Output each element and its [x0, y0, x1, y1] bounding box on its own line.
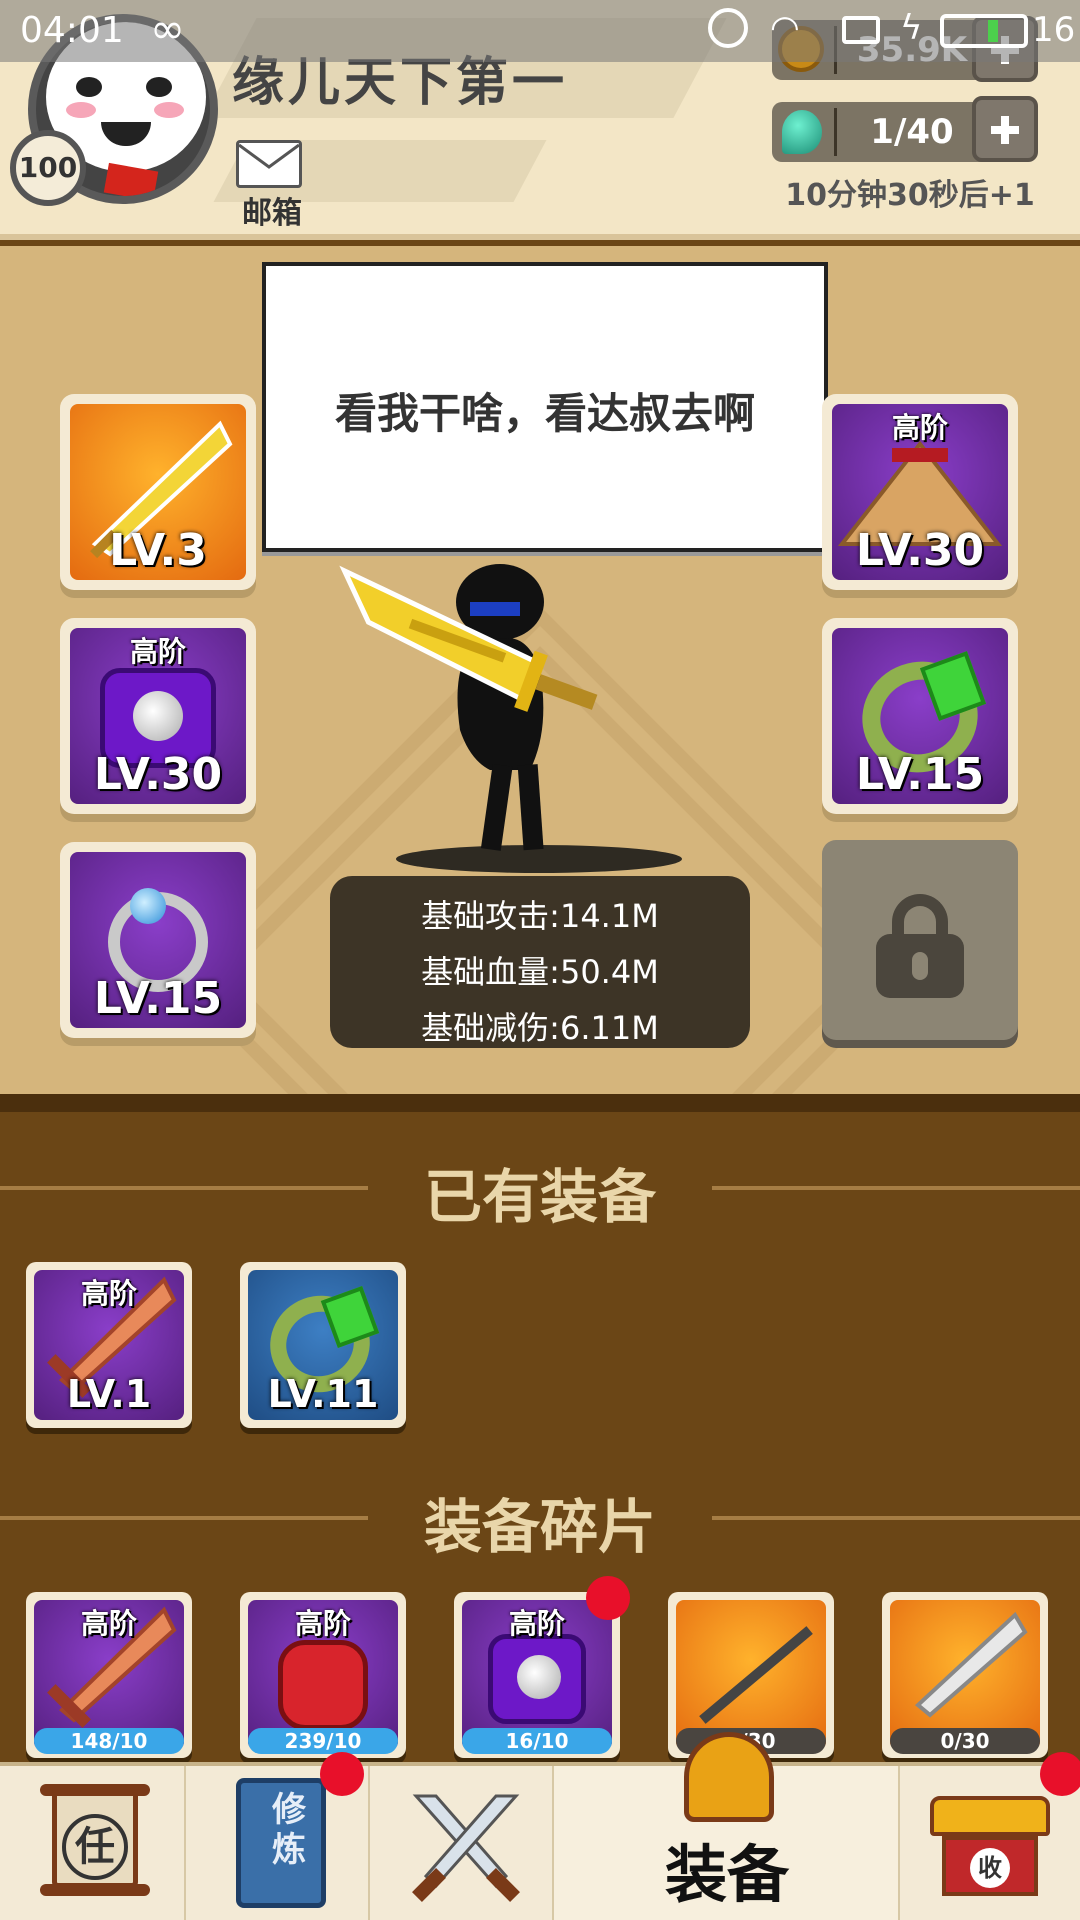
slot-ring-level: LV.15: [93, 973, 223, 1024]
stat-attack: 基础攻击:14.1M: [421, 897, 659, 935]
energy-counter: 1/40: [772, 102, 992, 162]
nav-collect-char: 收: [970, 1848, 1010, 1888]
fragment-item[interactable]: 0/30: [882, 1592, 1048, 1758]
nav-train[interactable]: 修炼: [186, 1752, 370, 1920]
fragment-item[interactable]: 0/30: [668, 1592, 834, 1758]
golden-sword-icon: [339, 565, 598, 712]
status-time: 04:01: [20, 10, 124, 51]
energy-gem-icon: [782, 110, 822, 154]
notification-dot: [586, 1576, 630, 1620]
fragment-progress: 16/10: [462, 1728, 612, 1754]
nav-battle[interactable]: [370, 1766, 554, 1920]
owned-item-tier: 高阶: [80, 1277, 137, 1310]
infinity-icon: ∞: [150, 4, 185, 53]
battery-icon: [940, 14, 1028, 48]
slot-armor[interactable]: 高阶 LV.30: [60, 618, 256, 814]
fragment-tier: 高阶: [294, 1607, 351, 1640]
lock-icon: [876, 894, 964, 998]
slot-hat[interactable]: 高阶 LV.30: [822, 394, 1018, 590]
speech-bubble: 看我干啥，看达叔去啊: [262, 262, 828, 552]
fragment-item[interactable]: 高阶 239/10: [240, 1592, 406, 1758]
owned-item[interactable]: LV.11: [240, 1262, 406, 1428]
fragment-progress: 239/10: [248, 1728, 398, 1754]
speech-text: 看我干啥，看达叔去啊: [334, 389, 755, 438]
nav-task-char: 任: [62, 1814, 128, 1880]
energy-timer: 10分钟30秒后+1: [785, 178, 1035, 213]
mail-button[interactable]: 邮箱: [232, 140, 308, 231]
owned-item-level: LV.11: [267, 1372, 379, 1416]
notification-dot: [1040, 1752, 1080, 1796]
owned-title: 已有装备: [423, 1163, 656, 1231]
nav-train-label: 修炼: [272, 1790, 306, 1870]
staff-icon: [699, 1626, 813, 1724]
stat-defense: 基础减伤:6.11M: [421, 1009, 659, 1047]
slot-locked[interactable]: [822, 840, 1018, 1040]
owned-item[interactable]: 高阶 LV.1: [26, 1262, 192, 1428]
notification-dot: [320, 1752, 364, 1796]
slot-weapon-level: LV.3: [109, 525, 207, 576]
alarm-icon: [708, 8, 748, 48]
wifi-icon: ◠: [770, 8, 800, 48]
player-level-badge: 100: [10, 130, 86, 206]
spiked-glove-icon: [278, 1640, 368, 1730]
armor-icon: [488, 1634, 586, 1724]
nav-equipment[interactable]: 装备: [554, 1732, 900, 1920]
crossed-swords-icon: [412, 1794, 520, 1902]
fragment-tier: 高阶: [80, 1607, 137, 1640]
slot-bracelet[interactable]: LV.15: [822, 618, 1018, 814]
nav-collect[interactable]: 收: [900, 1752, 1080, 1920]
mail-label: 邮箱: [242, 196, 302, 231]
add-energy-button[interactable]: [972, 96, 1038, 162]
helmet-icon: [684, 1732, 774, 1822]
character[interactable]: [300, 560, 720, 880]
fragment-item[interactable]: 高阶 16/10: [454, 1592, 620, 1758]
slot-armor-tier: 高阶: [129, 635, 186, 668]
fragment-item[interactable]: 高阶 148/10: [26, 1592, 192, 1758]
shop-icon: [930, 1796, 1050, 1836]
energy-value: 1/40: [870, 112, 954, 152]
fragment-progress: 0/30: [890, 1728, 1040, 1754]
slot-hat-tier: 高阶: [891, 411, 948, 444]
bottom-nav: 任 修炼 装备 收: [0, 1732, 1080, 1920]
slot-ring[interactable]: LV.15: [60, 842, 256, 1038]
slot-armor-level: LV.30: [93, 749, 223, 800]
status-bar: 04:01 ∞ ◠ ϟ 16: [0, 0, 1080, 62]
screen-icon: [842, 16, 880, 44]
fragment-progress: 148/10: [34, 1728, 184, 1754]
slot-weapon[interactable]: LV.3: [60, 394, 256, 590]
charging-icon: ϟ: [900, 8, 923, 48]
owned-item-level: LV.1: [66, 1372, 152, 1416]
slot-bracelet-level: LV.15: [855, 749, 985, 800]
nav-equipment-label: 装备: [664, 1838, 789, 1911]
fragments-title: 装备碎片: [423, 1493, 656, 1561]
slot-hat-level: LV.30: [855, 525, 985, 576]
stat-hp: 基础血量:50.4M: [421, 953, 659, 991]
stats-panel: 基础攻击:14.1M 基础血量:50.4M 基础减伤:6.11M: [330, 876, 750, 1048]
battery-level: 16: [1032, 10, 1076, 50]
envelope-icon: [236, 140, 302, 188]
nav-task[interactable]: 任: [0, 1766, 186, 1920]
